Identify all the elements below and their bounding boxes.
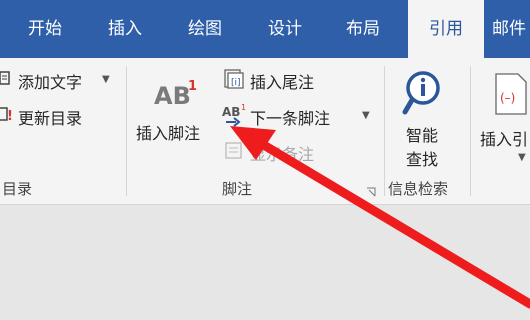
smart-lookup-button[interactable]: 智能 查找 bbox=[392, 66, 462, 170]
chevron-down-icon: ▼ bbox=[362, 110, 370, 121]
show-notes-label: 显示备注 bbox=[250, 145, 315, 164]
group-divider bbox=[470, 66, 471, 196]
tab-references[interactable]: 引用 bbox=[408, 0, 484, 58]
research-group-label: 信息检索 bbox=[388, 180, 449, 198]
svg-text:[i]: [i] bbox=[231, 78, 241, 88]
svg-text:!: ! bbox=[7, 109, 13, 123]
insert-endnote-button[interactable]: [i] 插入尾注 bbox=[220, 66, 370, 94]
svg-text:AB: AB bbox=[222, 105, 240, 119]
tab-draw[interactable]: 绘图 bbox=[172, 0, 238, 58]
smart-lookup-label-line2: 查找 bbox=[406, 150, 439, 169]
dialog-launcher-icon[interactable] bbox=[366, 182, 376, 197]
update-toc-label: 更新目录 bbox=[18, 109, 83, 128]
show-notes-button[interactable]: 显示备注 bbox=[220, 138, 370, 166]
footnote-icon: AB 1 bbox=[154, 78, 198, 110]
chevron-down-icon: ▼ bbox=[102, 74, 110, 85]
insert-footnote-label: 插入脚注 bbox=[136, 124, 201, 143]
ribbon-tab-bar: 开始 插入 绘图 设计 布局 引用 邮件 bbox=[0, 0, 530, 58]
add-text-button[interactable]: 添加文字 ▼ bbox=[0, 66, 120, 94]
ribbon-panel: 添加文字 ▼ ! 更新目录 目录 AB 1 插入脚注 [i] 插入尾注 AB 1 … bbox=[0, 58, 530, 205]
add-text-icon bbox=[0, 69, 12, 87]
svg-text:1: 1 bbox=[241, 103, 246, 112]
next-footnote-icon: AB 1 bbox=[222, 102, 250, 128]
tab-mailings[interactable]: 邮件 bbox=[492, 0, 530, 58]
add-text-label: 添加文字 bbox=[18, 73, 83, 92]
group-divider bbox=[384, 66, 385, 196]
insert-endnote-icon: [i] bbox=[222, 68, 244, 90]
footnotes-group-label: 脚注 bbox=[222, 180, 253, 198]
chevron-down-icon: ▼ bbox=[518, 152, 526, 163]
next-footnote-button[interactable]: AB 1 下一条脚注 ▼ bbox=[220, 102, 380, 130]
group-divider bbox=[126, 66, 127, 196]
insert-endnote-label: 插入尾注 bbox=[250, 73, 315, 92]
toc-group-label: 目录 bbox=[2, 180, 33, 198]
tab-design[interactable]: 设计 bbox=[252, 0, 318, 58]
show-notes-icon bbox=[224, 141, 244, 161]
insert-footnote-button[interactable]: AB 1 插入脚注 bbox=[132, 66, 216, 146]
insert-citation-button[interactable]: (–) 插入引 ▼ bbox=[476, 66, 530, 170]
tab-insert[interactable]: 插入 bbox=[92, 0, 158, 58]
footnote-icon-text: AB bbox=[154, 82, 191, 108]
smart-lookup-icon bbox=[402, 68, 448, 118]
insert-citation-icon: (–) bbox=[494, 72, 530, 116]
update-toc-button[interactable]: ! 更新目录 bbox=[0, 102, 120, 130]
next-footnote-label: 下一条脚注 bbox=[250, 109, 331, 128]
update-toc-icon: ! bbox=[0, 105, 14, 124]
tab-home[interactable]: 开始 bbox=[12, 0, 78, 58]
svg-text:(–): (–) bbox=[500, 91, 515, 105]
footnote-icon-superscript: 1 bbox=[188, 79, 197, 94]
smart-lookup-label-line1: 智能 bbox=[406, 126, 439, 145]
tab-layout[interactable]: 布局 bbox=[330, 0, 396, 58]
insert-citation-label: 插入引 bbox=[480, 130, 529, 149]
